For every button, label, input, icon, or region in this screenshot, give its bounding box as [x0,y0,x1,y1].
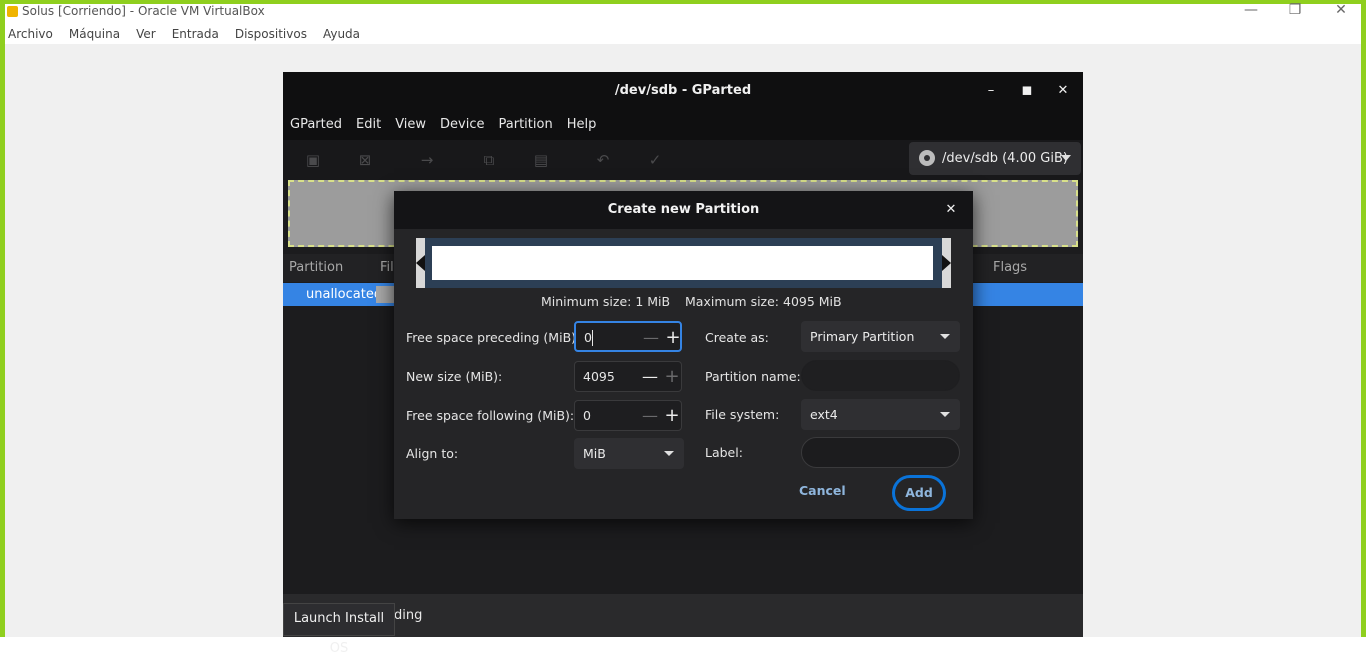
increment-icon[interactable]: + [663,367,681,387]
align-to-value: MiB [583,446,606,461]
gp-maximize-icon[interactable]: ◼ [1017,82,1037,100]
fs-label-input[interactable] [801,437,960,468]
dialog-title: Create new Partition [607,202,760,217]
new-size-value[interactable]: 4095 [583,362,615,392]
menu-device[interactable]: Device [440,110,484,140]
increment-icon[interactable]: + [664,328,682,348]
host-window-title: Solus [Corriendo] - Oracle VM VirtualBox [22,4,265,18]
minimize-icon[interactable]: — [1236,2,1266,18]
right-resize-handle[interactable] [942,238,951,288]
column-filesystem[interactable]: Fil [380,254,394,282]
left-handle-arrow-icon [416,255,425,271]
partition-resizer-bar[interactable] [432,246,933,280]
menu-maquina[interactable]: Máquina [69,24,120,44]
file-system-value: ext4 [810,407,838,422]
menu-edit[interactable]: Edit [356,110,381,140]
menu-ayuda[interactable]: Ayuda [323,24,360,44]
new-size-label: New size (MiB): [406,369,503,384]
free-following-spinbutton[interactable]: 0 — + [574,400,682,431]
left-resize-handle[interactable] [416,238,425,288]
resize-move-icon[interactable]: → [418,151,436,169]
paste-icon[interactable]: ▤ [532,151,550,169]
new-size-spinbutton[interactable]: 4095 — + [574,361,682,392]
align-to-combo[interactable]: MiB [574,438,684,469]
menu-view[interactable]: View [395,110,426,140]
file-system-label: File system: [705,407,780,422]
decrement-icon[interactable]: — [641,406,659,426]
align-to-label: Align to: [406,446,459,461]
partition-name-input[interactable] [801,360,960,391]
partition-name-label: Partition name: [705,369,801,384]
free-following-value[interactable]: 0 [583,401,591,431]
chevron-down-icon [940,334,950,339]
host-menubar: Archivo Máquina Ver Entrada Dispositivos… [5,24,1361,44]
undo-icon[interactable]: ↶ [594,151,612,169]
menu-help[interactable]: Help [567,110,597,140]
column-flags[interactable]: Flags [993,254,1027,282]
row-partition-name: unallocated [306,287,383,302]
create-partition-dialog: Create new Partition ✕ Minimum size: 1 M… [394,191,973,519]
text-cursor [592,330,593,346]
menu-partition[interactable]: Partition [499,110,553,140]
fs-label-label: Label: [705,445,743,460]
dialog-close-icon[interactable]: ✕ [942,201,960,219]
close-icon[interactable]: ✕ [1326,2,1356,18]
free-preceding-spinbutton[interactable]: 0 — + [574,321,682,352]
apply-icon[interactable]: ✓ [646,151,664,169]
decrement-icon[interactable]: — [642,328,660,348]
create-as-value: Primary Partition [810,329,915,344]
gparted-statusbar: ding [283,594,1083,637]
device-selector[interactable]: /dev/sdb (4.00 GiB) [909,142,1081,175]
status-text: ding [394,608,423,623]
gparted-menubar: GParted Edit View Device Partition Help [283,110,1083,140]
chevron-down-icon [1061,155,1071,161]
free-preceding-value[interactable]: 0 [584,323,592,353]
chevron-down-icon [664,451,674,456]
create-as-combo[interactable]: Primary Partition [801,321,960,352]
menu-dispositivos[interactable]: Dispositivos [235,24,307,44]
free-preceding-label: Free space preceding (MiB): [406,330,581,345]
launch-install-tooltip[interactable]: Launch Install OS [283,603,395,656]
increment-icon[interactable]: + [663,406,681,426]
filesystem-color-swatch [376,286,394,303]
gp-close-icon[interactable]: ✕ [1053,82,1073,100]
create-as-label: Create as: [705,330,769,345]
cancel-button[interactable]: Cancel [799,483,846,498]
add-button[interactable]: Add [892,475,946,511]
minimum-size-text: Minimum size: 1 MiB [541,294,671,309]
device-label: /dev/sdb (4.00 GiB) [942,151,1068,166]
delete-icon[interactable]: ⊠ [356,151,374,169]
virtualbox-app-icon [7,6,18,17]
gp-minimize-icon[interactable]: – [981,82,1001,100]
maximum-size-text: Maximum size: 4095 MiB [685,294,842,309]
free-following-label: Free space following (MiB): [406,408,575,423]
menu-ver[interactable]: Ver [136,24,156,44]
menu-archivo[interactable]: Archivo [8,24,53,44]
restore-icon[interactable]: ❐ [1280,2,1310,18]
new-icon[interactable]: ▣ [304,151,322,169]
menu-gparted[interactable]: GParted [290,110,342,140]
file-system-combo[interactable]: ext4 [801,399,960,430]
menu-entrada[interactable]: Entrada [172,24,219,44]
disk-icon [919,150,935,166]
gparted-title: /dev/sdb - GParted [614,83,752,98]
right-handle-arrow-icon [942,255,951,271]
copy-icon[interactable]: ⧉ [480,151,498,169]
chevron-down-icon [940,412,950,417]
decrement-icon[interactable]: — [641,367,659,387]
column-partition[interactable]: Partition [289,254,343,282]
